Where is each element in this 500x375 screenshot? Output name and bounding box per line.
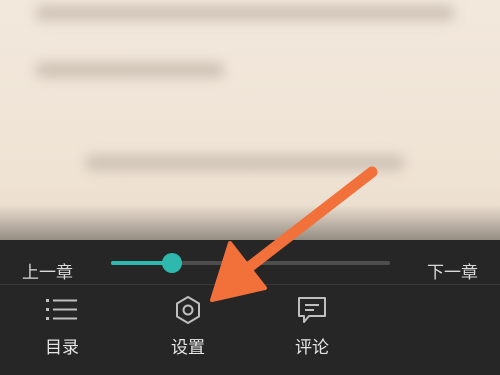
tab-table-of-contents[interactable]: 目录 [17, 295, 107, 365]
reader-control-panel: 上一章 下一章 目录 设置 评论 [0, 240, 500, 375]
chapter-progress-slider[interactable] [111, 253, 390, 273]
panel-divider [0, 284, 500, 285]
progress-thumb[interactable] [162, 253, 183, 273]
blurred-text-line [35, 5, 455, 21]
next-chapter-button[interactable]: 下一章 [427, 258, 478, 283]
tab-label: 评论 [295, 338, 329, 358]
tab-comments[interactable]: 评论 [267, 295, 357, 365]
reading-page[interactable] [0, 0, 500, 250]
gear-icon [143, 295, 233, 325]
comment-icon [267, 295, 357, 325]
tab-label: 目录 [45, 338, 79, 358]
tab-label: 设置 [171, 338, 205, 358]
blurred-text-line [85, 155, 405, 171]
tab-settings[interactable]: 设置 [143, 295, 233, 365]
blurred-text-line [35, 62, 225, 78]
prev-chapter-button[interactable]: 上一章 [22, 258, 73, 283]
list-icon [17, 295, 107, 325]
